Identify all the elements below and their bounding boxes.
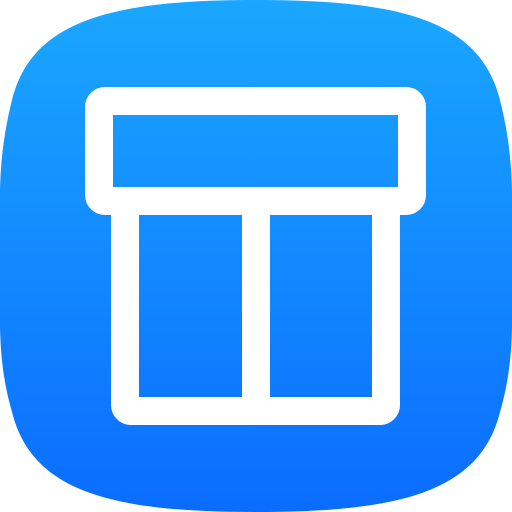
app-icon[interactable] (0, 0, 512, 512)
table-layout-icon (0, 0, 512, 512)
